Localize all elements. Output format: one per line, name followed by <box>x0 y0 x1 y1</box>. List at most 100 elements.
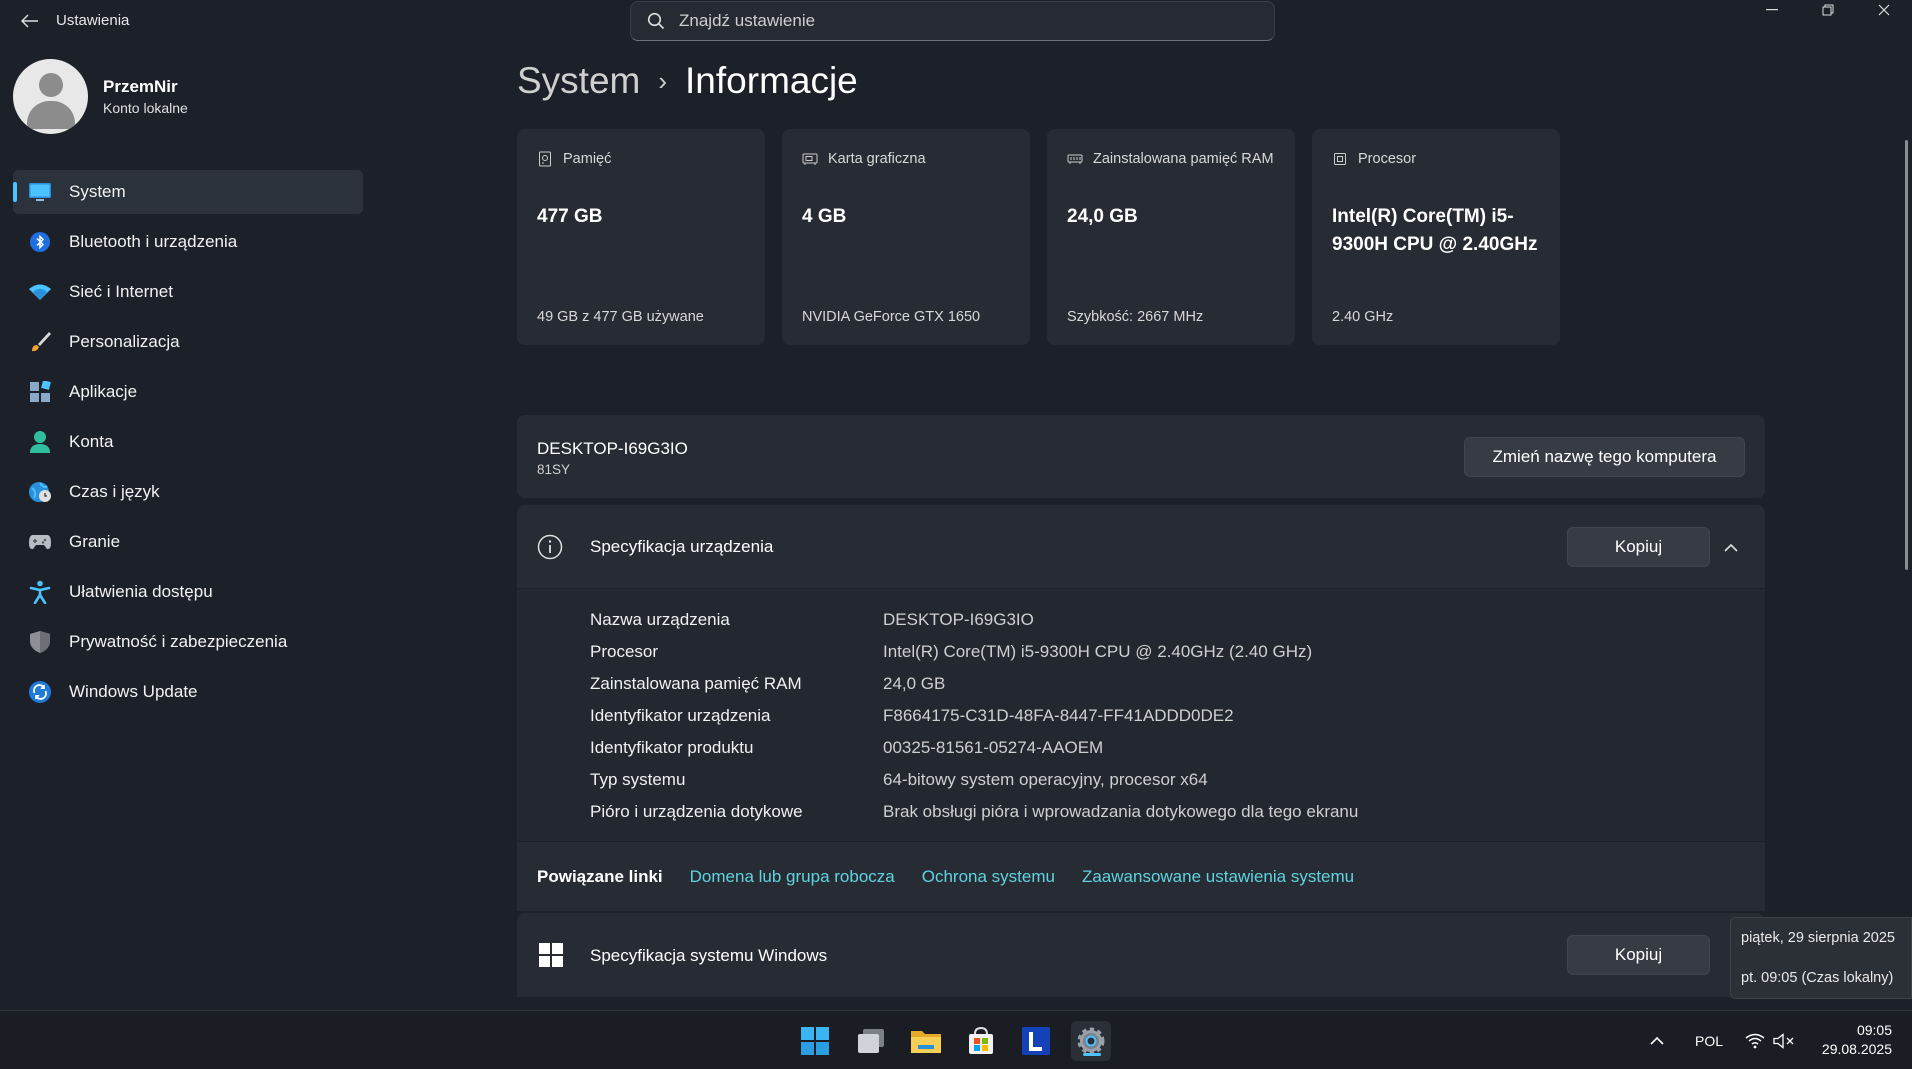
sidebar-item-system[interactable]: System <box>13 170 363 214</box>
apps-icon <box>27 379 53 405</box>
sidebar-item-label: Aplikacje <box>69 382 138 401</box>
sidebar-item-network[interactable]: Sieć i Internet <box>13 270 363 314</box>
card-title: Zainstalowana pamięć RAM <box>1093 151 1274 167</box>
back-arrow-icon <box>21 14 38 28</box>
link-domain-workgroup[interactable]: Domena lub grupa robocza <box>690 867 895 887</box>
spec-value: 00325-81561-05274-AAOEM <box>883 738 1104 757</box>
store-icon <box>969 1026 993 1054</box>
sidebar-item-accessibility[interactable]: Ułatwienia dostępu <box>13 570 363 614</box>
link-system-protection[interactable]: Ochrona systemu <box>922 867 1055 887</box>
ram-icon <box>1067 154 1083 164</box>
start-icon <box>801 1027 829 1055</box>
spec-label: Identyfikator urządzenia <box>590 706 771 725</box>
task-view-icon <box>858 1029 884 1053</box>
card-value: 477 GB <box>537 206 603 227</box>
spec-label: Procesor <box>590 642 659 661</box>
sidebar-item-bluetooth[interactable]: Bluetooth i urządzenia <box>13 220 363 264</box>
sidebar-item-label: Sieć i Internet <box>69 282 173 301</box>
profile-account-type: Konto lokalne <box>103 100 188 116</box>
l-app-button[interactable] <box>1016 1021 1056 1061</box>
clock-date: 29.08.2025 <box>1821 1041 1892 1057</box>
sidebar-item-privacy[interactable]: Prywatność i zabezpieczenia <box>13 620 363 664</box>
gpu-icon <box>802 153 818 165</box>
sidebar-item-label: Konta <box>69 432 114 451</box>
card-footer: 49 GB z 477 GB używane <box>537 309 704 325</box>
windows-spec-title: Specyfikacja systemu Windows <box>590 946 828 965</box>
profile-name: PrzemNir <box>103 77 178 96</box>
task-view-button[interactable] <box>851 1021 891 1061</box>
sidebar-item-apps[interactable]: Aplikacje <box>13 370 363 414</box>
card-title: Karta graficzna <box>828 151 926 167</box>
muted-speaker-icon <box>1773 1032 1794 1049</box>
restore-icon <box>1822 4 1834 16</box>
close-button[interactable] <box>1856 0 1912 20</box>
spec-label: Pióro i urządzenia dotykowe <box>590 802 803 821</box>
spec-row: Identyfikator produktu 00325-81561-05274… <box>517 732 1765 764</box>
device-name: DESKTOP-I69G3IO <box>537 439 688 458</box>
sidebar-item-label: System <box>69 182 126 201</box>
search-icon <box>647 12 665 30</box>
page-title: Informacje <box>685 60 858 101</box>
breadcrumb: System › Informacje <box>517 60 858 102</box>
rename-pc-button[interactable]: Zmień nazwę tego komputera <box>1464 437 1745 477</box>
collapse-button[interactable] <box>1717 533 1745 561</box>
device-name-panel: DESKTOP-I69G3IO 81SY Zmień nazwę tego ko… <box>517 415 1765 498</box>
tray-overflow-button[interactable] <box>1650 1011 1664 1069</box>
taskbar-clock[interactable]: 09:05 29.08.2025 <box>1822 1021 1892 1059</box>
spec-value: DESKTOP-I69G3IO <box>883 610 1034 629</box>
minimize-button[interactable] <box>1744 0 1800 20</box>
sidebar-item-label: Ułatwienia dostępu <box>69 582 213 601</box>
sidebar-item-accounts[interactable]: Konta <box>13 420 363 464</box>
start-button[interactable] <box>795 1021 835 1061</box>
spec-label: Nazwa urządzenia <box>590 610 730 629</box>
device-spec-body: Nazwa urządzenia DESKTOP-I69G3IO Proceso… <box>517 589 1765 841</box>
spec-row: Procesor Intel(R) Core(TM) i5-9300H CPU … <box>517 636 1765 668</box>
breadcrumb-parent[interactable]: System <box>517 60 640 102</box>
cpu-card[interactable]: Procesor Intel(R) Core(TM) i5-9300H CPU … <box>1312 129 1560 345</box>
title-bar: Ustawienia <box>0 0 1912 42</box>
scrollbar[interactable] <box>1905 140 1908 570</box>
network-sound-tray[interactable] <box>1745 1011 1795 1069</box>
sidebar-item-time-language[interactable]: Czas i język <box>13 470 363 514</box>
file-explorer-icon <box>911 1031 941 1053</box>
device-spec-header[interactable]: Specyfikacja urządzenia Kopiuj <box>517 505 1765 589</box>
spec-value: 64-bitowy system operacyjny, procesor x6… <box>883 770 1208 789</box>
shield-icon <box>27 629 53 655</box>
sidebar-item-personalization[interactable]: Personalizacja <box>13 320 363 364</box>
restore-button[interactable] <box>1800 0 1856 20</box>
person-icon <box>27 429 53 455</box>
related-links: Powiązane linki Domena lub grupa robocza… <box>517 841 1765 911</box>
gpu-card[interactable]: Karta graficzna 4 GB NVIDIA GeForce GTX … <box>782 129 1030 345</box>
spec-row: Identyfikator urządzenia F8664175-C31D-4… <box>517 700 1765 732</box>
globe-clock-icon <box>27 479 53 505</box>
cpu-icon <box>1334 153 1346 165</box>
storage-card[interactable]: Pamięć 477 GB 49 GB z 477 GB używane <box>517 129 765 345</box>
card-value: Intel(R) Core(TM) i5-9300H CPU @ 2.40GHz <box>1332 206 1538 255</box>
info-icon <box>537 534 563 560</box>
sidebar-item-label: Bluetooth i urządzenia <box>69 232 238 251</box>
link-advanced-system-settings[interactable]: Zaawansowane ustawienia systemu <box>1082 867 1354 887</box>
search-input[interactable] <box>679 11 1239 31</box>
close-icon <box>1878 4 1890 16</box>
clock-time: 09:05 <box>1856 1022 1892 1038</box>
spec-label: Typ systemu <box>590 770 686 789</box>
back-button[interactable] <box>12 8 48 34</box>
file-explorer-button[interactable] <box>906 1021 946 1061</box>
language-indicator[interactable]: POL <box>1695 1011 1723 1069</box>
copy-device-spec-button[interactable]: Kopiuj <box>1567 527 1710 567</box>
copy-windows-spec-button[interactable]: Kopiuj <box>1567 935 1710 975</box>
user-profile[interactable]: PrzemNir Konto lokalne <box>13 59 188 134</box>
windows-spec-panel[interactable]: Specyfikacja systemu Windows Kopiuj <box>517 913 1765 997</box>
sidebar-item-label: Windows Update <box>69 682 198 701</box>
card-footer: Szybkość: 2667 MHz <box>1067 309 1204 325</box>
store-button[interactable] <box>961 1021 1001 1061</box>
sidebar-item-windows-update[interactable]: Windows Update <box>13 670 363 714</box>
sidebar-item-gaming[interactable]: Granie <box>13 520 363 564</box>
l-app-icon <box>1022 1027 1050 1055</box>
ram-card[interactable]: Zainstalowana pamięć RAM 24,0 GB Szybkoś… <box>1047 129 1295 345</box>
search-box[interactable] <box>630 1 1275 41</box>
avatar <box>13 59 88 134</box>
chevron-up-icon <box>1650 1036 1664 1045</box>
storage-icon <box>539 151 551 167</box>
spec-value: Intel(R) Core(TM) i5-9300H CPU @ 2.40GHz… <box>883 642 1313 661</box>
